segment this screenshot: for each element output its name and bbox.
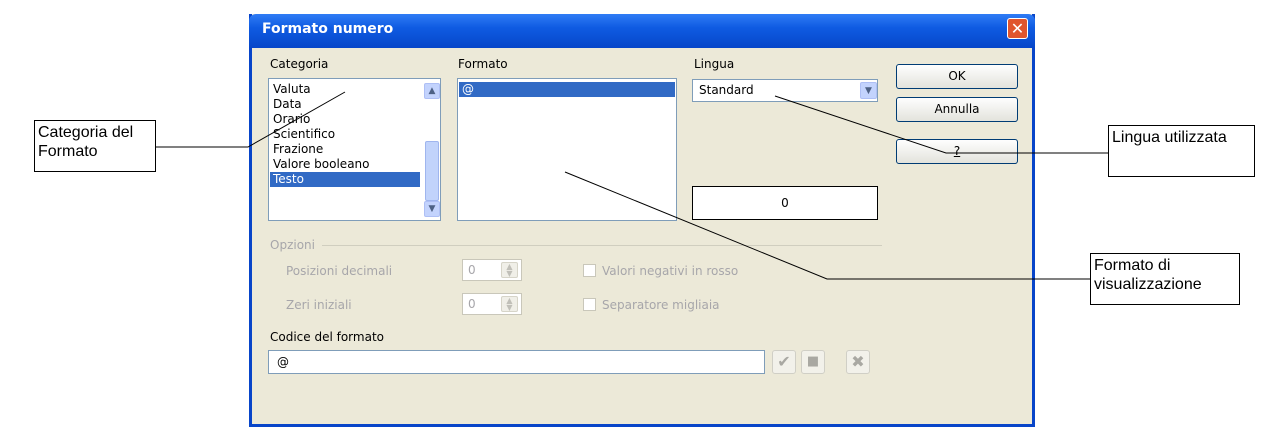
formato-callout-line (564, 171, 1090, 280)
categoria-callout: Categoria del Formato (34, 120, 156, 172)
callout-lines (155, 91, 1108, 280)
lingua-callout: Lingua utilizzata (1108, 125, 1255, 177)
categoria-callout-line (155, 91, 346, 148)
lingua-callout-line (774, 95, 1108, 154)
formato-callout: Formato di visualizzazione (1090, 253, 1240, 305)
